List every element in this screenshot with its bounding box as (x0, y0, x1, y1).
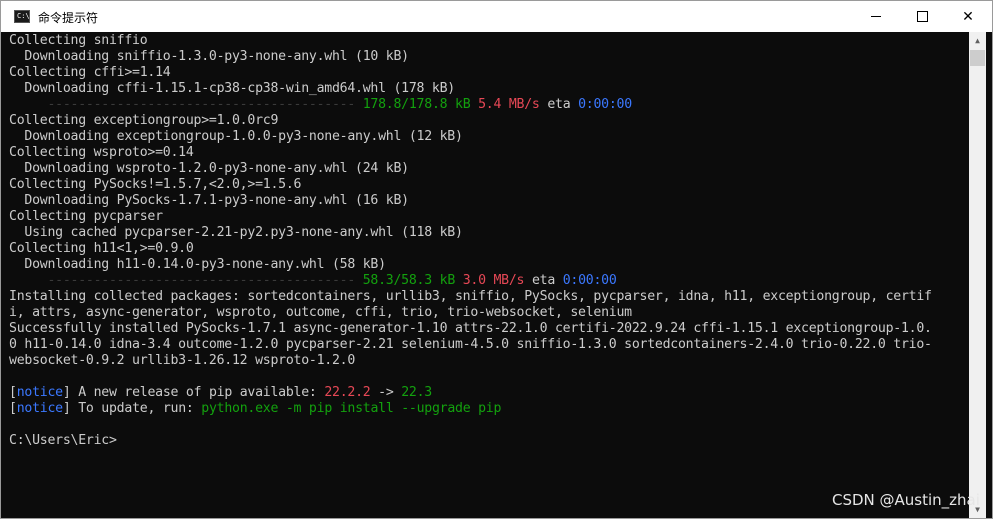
close-button[interactable]: ✕ (945, 1, 991, 32)
command-prompt-window: C:\ 命令提示符 ✕ Collecting sniffio Downloadi… (0, 0, 993, 519)
maximize-icon (916, 11, 928, 22)
progress-line: ----------------------------------------… (9, 273, 969, 289)
progress-eta-label: eta (531, 273, 556, 288)
notice-bracket-open: [ (9, 401, 17, 416)
terminal-line: Collecting h11<1,>=0.9.0 (9, 241, 194, 256)
terminal-line: Collecting exceptiongroup>=1.0.0rc9 (9, 113, 279, 128)
terminal-line: Using cached pycparser-2.21-py2.py3-none… (9, 225, 463, 240)
terminal-line: websocket-0.9.2 urllib3-1.26.12 wsproto-… (9, 353, 356, 368)
terminal-line: Downloading sniffio-1.3.0-py3-none-any.w… (9, 49, 409, 64)
notice-tag: notice (16, 385, 63, 400)
csdn-watermark: CSDN @Austin_zhai (832, 491, 980, 509)
notice-text: A new release of pip available: (70, 385, 325, 400)
notice-bracket-open: [ (9, 385, 17, 400)
notice-tag: notice (16, 401, 63, 416)
terminal-line: Installing collected packages: sortedcon… (9, 289, 932, 304)
terminal-line: Downloading exceptiongroup-1.0.0-py3-non… (9, 129, 463, 144)
pip-notice-line: [notice] To update, run: python.exe -m p… (9, 401, 969, 417)
terminal-line: Downloading cffi-1.15.1-cp38-cp38-win_am… (9, 81, 455, 96)
scroll-up-icon[interactable]: ▲ (969, 32, 986, 49)
close-icon: ✕ (962, 8, 974, 25)
terminal-line: Downloading wsproto-1.2.0-py3-none-any.w… (9, 161, 409, 176)
pip-old-version: 22.2.2 (324, 385, 371, 400)
terminal-line: 0 h11-0.14.0 idna-3.4 outcome-1.2.0 pycp… (9, 337, 932, 352)
terminal-line: Collecting pycparser (9, 209, 163, 224)
cmd-app-icon-text: C:\ (17, 12, 30, 20)
window-title: 命令提示符 (38, 11, 99, 25)
terminal-line: Collecting cffi>=1.14 (9, 65, 171, 80)
maximize-button[interactable] (899, 1, 945, 32)
progress-eta-label: eta (547, 97, 571, 112)
progress-speed: 3.0 MB/s (462, 273, 525, 288)
pip-upgrade-command: python.exe -m pip install --upgrade pip (201, 401, 502, 416)
terminal-line: C:\Users\Eric> (9, 433, 117, 448)
terminal-line: Collecting sniffio (9, 33, 148, 48)
terminal-line: Collecting PySocks!=1.5.7,<2.0,>=1.5.6 (9, 177, 302, 192)
notice-text: To update, run: (70, 401, 202, 416)
terminal-line: Successfully installed PySocks-1.7.1 asy… (9, 321, 932, 336)
terminal-line: i, attrs, async-generator, wsproto, outc… (9, 305, 632, 320)
progress-bar-track: ---------------------------------------- (9, 97, 356, 112)
minimize-button[interactable] (853, 1, 899, 32)
progress-bar-track: ---------------------------------------- (9, 273, 356, 288)
terminal-line: Downloading h11-0.14.0-py3-none-any.whl … (9, 257, 386, 272)
version-arrow: -> (370, 385, 402, 400)
terminal-output[interactable]: Collecting sniffio Downloading sniffio-1… (9, 33, 969, 517)
progress-speed: 5.4 MB/s (478, 97, 540, 112)
progress-size: 58.3/58.3 kB (362, 273, 456, 288)
progress-line: ----------------------------------------… (9, 97, 969, 113)
pip-notice-line: [notice] A new release of pip available:… (9, 385, 969, 401)
progress-eta: 0:00:00 (578, 97, 632, 112)
cmd-app-icon[interactable]: C:\ (14, 10, 30, 23)
terminal-line: Collecting wsproto>=0.14 (9, 145, 194, 160)
progress-size: 178.8/178.8 kB (362, 97, 471, 112)
progress-eta: 0:00:00 (562, 273, 617, 288)
vertical-scrollbar[interactable]: ▲ ▼ (969, 32, 986, 518)
title-bar[interactable]: C:\ 命令提示符 ✕ (1, 1, 992, 32)
terminal-line: Downloading PySocks-1.7.1-py3-none-any.w… (9, 193, 409, 208)
notice-bracket-close: ] (62, 385, 71, 400)
pip-new-version: 22.3 (401, 385, 432, 400)
minimize-icon (871, 16, 881, 17)
scrollbar-thumb[interactable] (970, 50, 985, 66)
notice-bracket-close: ] (62, 401, 71, 416)
